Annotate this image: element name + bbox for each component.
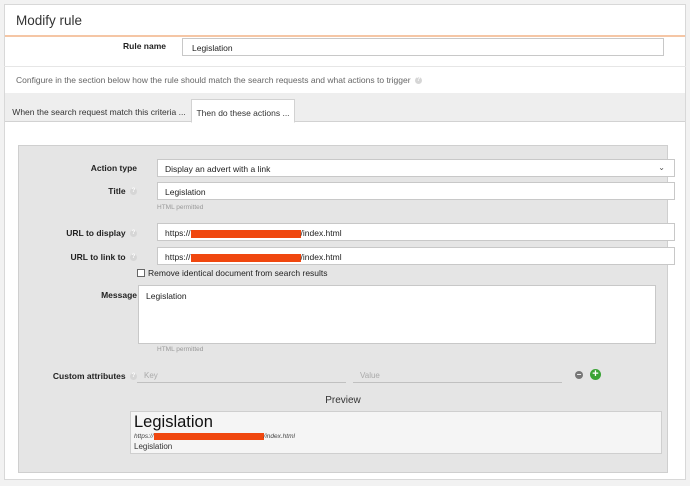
url-link-suffix: /index.html	[300, 252, 342, 262]
redaction-block	[153, 433, 264, 440]
preview-url: https:// /index.html	[134, 433, 295, 440]
action-type-label: Action type	[90, 163, 137, 173]
tab-criteria[interactable]: When the search request match this crite…	[9, 99, 189, 123]
chevron-down-icon: ⌄	[658, 163, 665, 172]
page-title: Modify rule	[16, 13, 83, 28]
url-link-label-text: URL to link to	[70, 252, 126, 262]
message-hint: HTML permitted	[157, 346, 204, 353]
help-icon[interactable]: ?	[414, 77, 422, 85]
custom-attributes-label: Custom attributes ?	[19, 371, 137, 381]
redaction-block	[190, 229, 301, 238]
url-display-label-text: URL to display	[66, 228, 126, 238]
rule-name-input[interactable]: Legislation	[182, 38, 664, 56]
custom-attributes-label-text: Custom attributes	[52, 371, 126, 381]
remove-identical-label: Remove identical document from search re…	[148, 268, 328, 278]
url-link-input[interactable]: https:// /index.html	[157, 247, 675, 265]
preview-message: Legislation	[134, 442, 173, 451]
help-icon[interactable]: ?	[130, 373, 137, 381]
url-display-label: URL to display ?	[19, 228, 137, 238]
remove-identical-checkbox[interactable]	[137, 269, 145, 277]
divider	[4, 66, 686, 67]
url-display-prefix: https://	[165, 228, 191, 238]
attribute-value-input[interactable]: Value	[353, 368, 562, 383]
preview-url-prefix: https://	[134, 433, 154, 441]
configure-help-text: Configure in the section below how the r…	[16, 75, 422, 85]
url-display-suffix: /index.html	[300, 228, 342, 238]
url-link-prefix: https://	[165, 252, 191, 262]
title-hint: HTML permitted	[157, 204, 204, 211]
help-icon[interactable]: ?	[130, 230, 137, 238]
preview-url-suffix: /index.html	[263, 433, 295, 441]
url-display-input[interactable]: https:// /index.html	[157, 223, 675, 241]
preview-heading: Preview	[325, 395, 361, 406]
configure-text: Configure in the section below how the r…	[16, 75, 411, 85]
message-label: Message	[101, 290, 137, 300]
message-textarea[interactable]: Legislation	[138, 285, 656, 344]
preview-title: Legislation	[134, 413, 213, 431]
redaction-block	[190, 253, 301, 262]
action-type-value: Display an advert with a link	[165, 164, 271, 174]
add-attribute-button[interactable]: +	[590, 369, 601, 380]
title-label: Title ?	[19, 186, 137, 196]
title-input[interactable]: Legislation	[157, 182, 675, 200]
preview-box: Legislation https:// /index.html Legislat…	[130, 411, 662, 454]
tab-actions[interactable]: Then do these actions ...	[191, 99, 295, 123]
help-icon[interactable]: ?	[130, 188, 137, 196]
attribute-key-input[interactable]: Key	[137, 368, 346, 383]
action-tabs: When the search request match this crite…	[5, 93, 685, 123]
panel-header: Modify rule	[5, 5, 685, 37]
help-icon[interactable]: ?	[130, 254, 137, 262]
title-label-text: Title	[108, 186, 126, 196]
action-type-select[interactable]: Display an advert with a link ⌄	[157, 159, 675, 177]
url-link-label: URL to link to ?	[19, 252, 137, 262]
rule-name-label: Rule name	[123, 41, 166, 51]
remove-attribute-button[interactable]: −	[575, 371, 583, 379]
